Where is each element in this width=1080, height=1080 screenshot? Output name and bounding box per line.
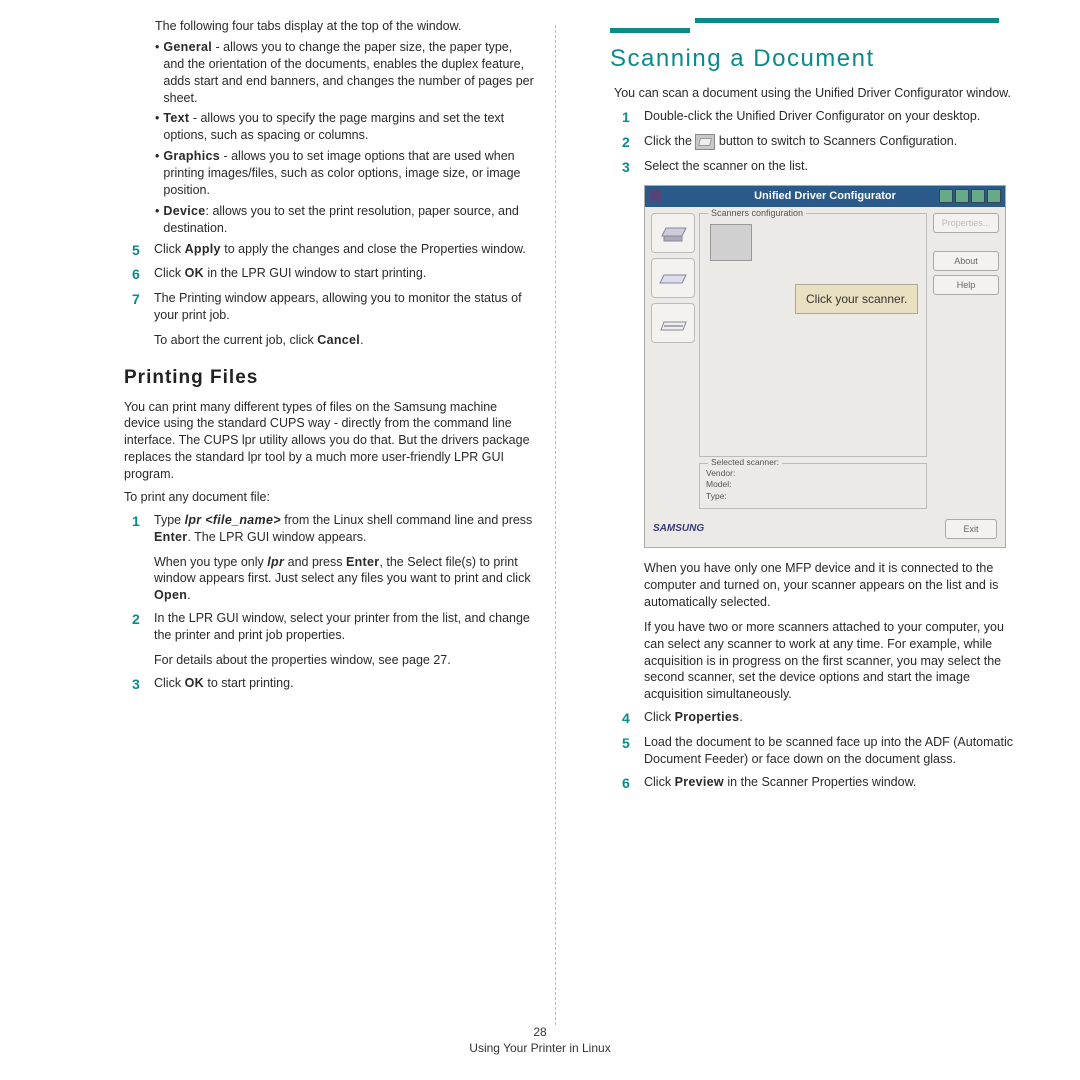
tab-device: •Device: allows you to set the print res… <box>155 203 535 237</box>
step-7-note: To abort the current job, click Cancel. <box>154 332 535 349</box>
selected-scanner-fieldset: Selected scanner: Vendor: Model: Type: <box>699 463 927 509</box>
scan-step-5: 5Load the document to be scanned face up… <box>622 734 1025 768</box>
properties-button[interactable]: Properties... <box>933 213 999 233</box>
help-button[interactable]: Help <box>933 275 999 295</box>
sys-menu-icon <box>649 189 661 201</box>
printing-lead: To print any document file: <box>124 489 535 506</box>
b-step-1-note: When you type only lpr and press Enter, … <box>154 554 535 605</box>
dialog-sidebar <box>651 213 693 509</box>
scanner-list-item[interactable] <box>710 224 752 261</box>
page-footer: 28 Using Your Printer in Linux <box>0 1025 1080 1055</box>
model-label: Model: <box>706 479 920 490</box>
scan-step-3: 3Select the scanner on the list. <box>622 158 1025 177</box>
b-step-2: 2In the LPR GUI window, select your prin… <box>132 610 535 644</box>
type-label: Type: <box>706 491 920 502</box>
chapter-title: Using Your Printer in Linux <box>0 1041 1080 1055</box>
left-column: The following four tabs display at the t… <box>120 18 550 799</box>
step-6: 6Click OK in the LPR GUI window to start… <box>132 265 535 284</box>
dialog-title: Unified Driver Configurator <box>754 190 896 202</box>
scanners-fieldset: Scanners configuration Click your scanne… <box>699 213 927 457</box>
column-divider <box>555 25 556 1025</box>
scan-step-1: 1Double-click the Unified Driver Configu… <box>622 108 1025 127</box>
exit-button[interactable]: Exit <box>945 519 997 539</box>
callout-label: Click your scanner. <box>795 284 918 314</box>
ports-tab-icon[interactable] <box>651 303 695 343</box>
section-head-scanning: Scanning a Document <box>610 43 1025 75</box>
printing-intro: You can print many different types of fi… <box>124 399 535 483</box>
page: The following four tabs display at the t… <box>0 0 1080 799</box>
right-column: Scanning a Document You can scan a docum… <box>550 18 1025 799</box>
tabs-intro: The following four tabs display at the t… <box>155 18 535 35</box>
step-7: 7The Printing window appears, allowing y… <box>132 290 535 324</box>
b-step-1: 1Type lpr <file_name> from the Linux she… <box>132 512 535 546</box>
vendor-label: Vendor: <box>706 468 920 479</box>
b-step-3: 3Click OK to start printing. <box>132 675 535 694</box>
scanners-tab-icon[interactable] <box>651 258 695 298</box>
maximize-icon[interactable] <box>971 189 985 203</box>
scan-intro: You can scan a document using the Unifie… <box>614 85 1025 102</box>
subhead-printing-files: Printing Files <box>124 365 535 391</box>
help-button-icon[interactable] <box>939 189 953 203</box>
configurator-dialog: Unified Driver Configurator Scanners con… <box>644 185 1006 548</box>
scan-note-2: If you have two or more scanners attache… <box>644 619 1025 703</box>
scan-step-2: 2Click the button to switch to Scanners … <box>622 133 1025 152</box>
minimize-icon[interactable] <box>955 189 969 203</box>
step-5: 5Click Apply to apply the changes and cl… <box>132 241 535 260</box>
about-button[interactable]: About <box>933 251 999 271</box>
tab-text: •Text - allows you to specify the page m… <box>155 110 535 144</box>
tab-graphics: •Graphics - allows you to set image opti… <box>155 148 535 199</box>
scan-step-6: 6Click Preview in the Scanner Properties… <box>622 774 1025 793</box>
teal-rule <box>610 18 1025 43</box>
samsung-logo: SAMSUNG <box>653 522 704 536</box>
printers-tab-icon[interactable] <box>651 213 695 253</box>
scanner-icon <box>695 134 715 150</box>
close-icon[interactable] <box>987 189 1001 203</box>
scan-step-4: 4Click Properties. <box>622 709 1025 728</box>
b-step-2-note: For details about the properties window,… <box>154 652 535 669</box>
tab-general: •General - allows you to change the pape… <box>155 39 535 107</box>
scan-note-1: When you have only one MFP device and it… <box>644 560 1025 611</box>
page-number: 28 <box>0 1025 1080 1039</box>
dialog-titlebar: Unified Driver Configurator <box>645 186 1005 207</box>
